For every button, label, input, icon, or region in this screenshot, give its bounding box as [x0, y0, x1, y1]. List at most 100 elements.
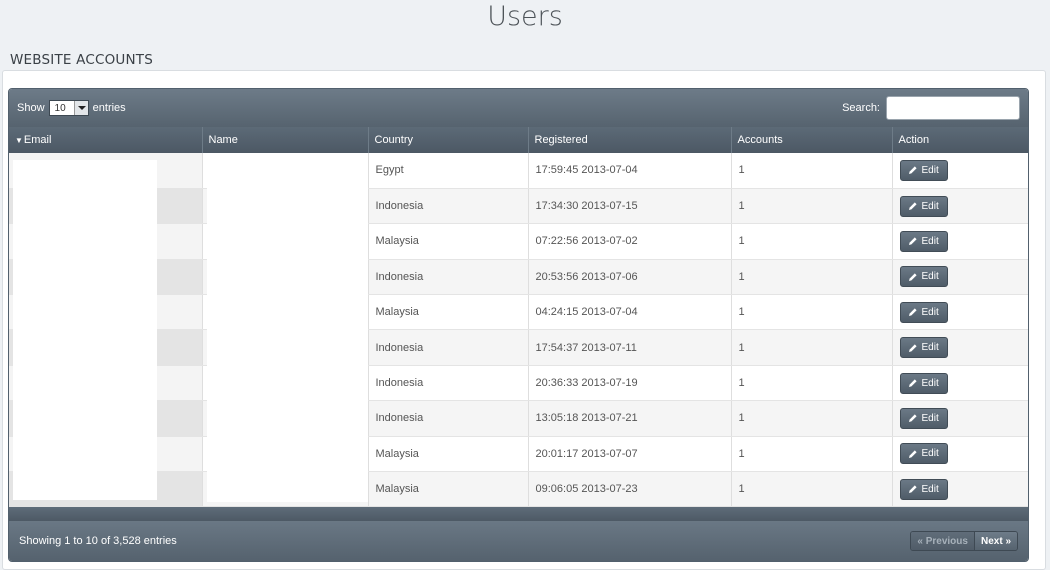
pencil-icon [908, 484, 918, 494]
cell-registered: 09:06:05 2013-07-23 [528, 471, 732, 508]
cell-registered: 17:59:45 2013-07-04 [528, 153, 732, 189]
cell-country: Egypt [368, 153, 529, 189]
next-page-button[interactable]: Next » [974, 532, 1017, 550]
pencil-icon [908, 201, 918, 211]
entries-per-page-value: 10 [54, 102, 66, 114]
edit-button[interactable]: Edit [899, 195, 948, 217]
table-row: Malaysia 07:22:56 2013-07-02 1 Edit [9, 223, 1028, 260]
edit-button[interactable]: Edit [899, 372, 948, 394]
cell-accounts: 1 [731, 400, 893, 437]
edit-button[interactable]: Edit [899, 230, 948, 252]
sort-desc-icon: ▼ [15, 136, 23, 145]
cell-country: Indonesia [368, 400, 529, 437]
edit-button[interactable]: Edit [899, 337, 948, 359]
section-title: WEBSITE ACCOUNTS [10, 52, 153, 68]
table-row: Malaysia 09:06:05 2013-07-23 1 Edit [9, 471, 1028, 508]
redacted-name-block [207, 160, 368, 502]
double-left-arrow-icon: « [917, 535, 923, 547]
previous-page-button[interactable]: « Previous [911, 532, 975, 550]
column-header-name[interactable]: Name [202, 127, 369, 153]
column-header-accounts[interactable]: Accounts [731, 127, 893, 153]
pencil-icon [908, 449, 918, 459]
column-header-country[interactable]: Country [368, 127, 529, 153]
pencil-icon [908, 272, 918, 282]
table-footer: Showing 1 to 10 of 3,528 entries « Previ… [9, 521, 1028, 561]
cell-country: Malaysia [368, 436, 529, 473]
pencil-icon [908, 236, 918, 246]
cell-registered: 04:24:15 2013-07-04 [528, 294, 732, 331]
edit-button[interactable]: Edit [899, 478, 948, 500]
table-row: Malaysia 20:01:17 2013-07-07 1 Edit [9, 436, 1028, 473]
search-input[interactable] [886, 96, 1020, 120]
cell-country: Indonesia [368, 329, 529, 366]
table-row: Indonesia 17:54:37 2013-07-11 1 Edit [9, 329, 1028, 366]
edit-button[interactable]: Edit [899, 159, 948, 181]
column-header-registered[interactable]: Registered [528, 127, 732, 153]
cell-registered: 20:36:33 2013-07-19 [528, 365, 732, 402]
edit-button[interactable]: Edit [899, 301, 948, 323]
table-body: Egypt 17:59:45 2013-07-04 1 Edit Indonesia 17… [9, 153, 1028, 508]
table-toolbar: Show 10 entries Search: [9, 89, 1028, 127]
cell-action: Edit [892, 223, 1028, 260]
table-row: Indonesia 17:34:30 2013-07-15 1 Edit [9, 188, 1028, 225]
pencil-icon [908, 413, 918, 423]
edit-button[interactable]: Edit [899, 443, 948, 465]
cell-accounts: 1 [731, 259, 893, 296]
column-header-email[interactable]: ▼Email [9, 127, 203, 153]
cell-country: Indonesia [368, 259, 529, 296]
pencil-icon [908, 165, 918, 175]
redacted-email-block [13, 160, 157, 500]
chevron-down-icon[interactable] [73, 101, 88, 115]
cell-registered: 20:01:17 2013-07-07 [528, 436, 732, 473]
cell-country: Malaysia [368, 223, 529, 260]
cell-action: Edit [892, 153, 1028, 189]
cell-registered: 20:53:56 2013-07-06 [528, 259, 732, 296]
users-table: ▼Email Name Country Registered Accounts … [9, 127, 1028, 508]
double-right-arrow-icon: » [1005, 535, 1011, 547]
table-row: Egypt 17:59:45 2013-07-04 1 Edit [9, 153, 1028, 189]
cell-accounts: 1 [731, 471, 893, 508]
table-header-row: ▼Email Name Country Registered Accounts … [9, 127, 1028, 153]
cell-registered: 07:22:56 2013-07-02 [528, 223, 732, 260]
pencil-icon [908, 307, 918, 317]
entries-info: Showing 1 to 10 of 3,528 entries [19, 535, 177, 547]
table-row: Indonesia 20:36:33 2013-07-19 1 Edit [9, 365, 1028, 402]
edit-button[interactable]: Edit [899, 266, 948, 288]
cell-action: Edit [892, 188, 1028, 225]
cell-accounts: 1 [731, 436, 893, 473]
table-bottom-strip [9, 507, 1028, 522]
entries-per-page-select[interactable]: 10 [48, 100, 89, 116]
cell-action: Edit [892, 471, 1028, 508]
cell-action: Edit [892, 294, 1028, 331]
table-row: Malaysia 04:24:15 2013-07-04 1 Edit [9, 294, 1028, 331]
cell-registered: 17:54:37 2013-07-11 [528, 329, 732, 366]
cell-country: Malaysia [368, 471, 529, 508]
cell-registered: 13:05:18 2013-07-21 [528, 400, 732, 437]
users-table-widget: Show 10 entries Search: ▼Email Name Coun… [8, 88, 1029, 562]
cell-country: Indonesia [368, 188, 529, 225]
pencil-icon [908, 378, 918, 388]
pagination: « Previous Next » [910, 531, 1018, 551]
page-title: Users [487, 1, 563, 32]
cell-action: Edit [892, 436, 1028, 473]
table-row: Indonesia 13:05:18 2013-07-21 1 Edit [9, 400, 1028, 437]
cell-accounts: 1 [731, 223, 893, 260]
cell-action: Edit [892, 365, 1028, 402]
cell-accounts: 1 [731, 153, 893, 189]
cell-accounts: 1 [731, 188, 893, 225]
cell-accounts: 1 [731, 329, 893, 366]
table-row: Indonesia 20:53:56 2013-07-06 1 Edit [9, 259, 1028, 296]
cell-accounts: 1 [731, 294, 893, 331]
cell-country: Indonesia [368, 365, 529, 402]
column-header-action: Action [898, 134, 930, 146]
pencil-icon [908, 343, 918, 353]
cell-action: Edit [892, 400, 1028, 437]
cell-action: Edit [892, 259, 1028, 296]
entries-label: entries [92, 102, 126, 114]
show-label: Show [17, 102, 45, 114]
cell-accounts: 1 [731, 365, 893, 402]
cell-country: Malaysia [368, 294, 529, 331]
cell-action: Edit [892, 329, 1028, 366]
cell-registered: 17:34:30 2013-07-15 [528, 188, 732, 225]
edit-button[interactable]: Edit [899, 407, 948, 429]
